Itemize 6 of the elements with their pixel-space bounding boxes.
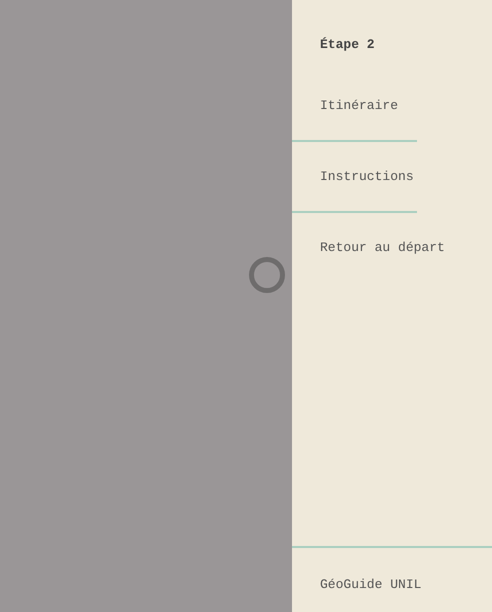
- menu-item[interactable]: Retour au départ: [320, 239, 445, 257]
- menu-item[interactable]: Instructions: [320, 168, 414, 186]
- loading-icon: [249, 257, 285, 293]
- app-name: GéoGuide UNIL: [319, 576, 422, 594]
- menu-title: Étape 2: [319, 36, 376, 54]
- menu-item[interactable]: Itinéraire: [320, 97, 398, 115]
